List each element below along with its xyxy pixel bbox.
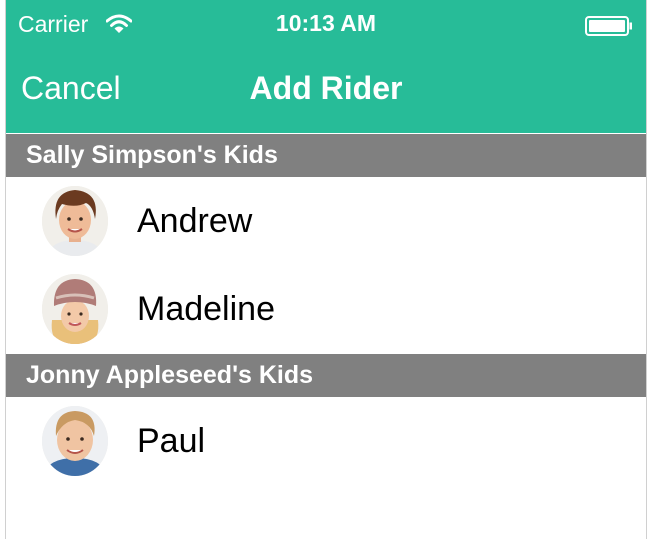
header-bar: Carrier 10:13 AM Cancel Add Rider xyxy=(6,0,646,133)
section-header: Sally Simpson's Kids xyxy=(6,134,646,177)
battery-icon xyxy=(585,16,632,36)
app-screen: Carrier 10:13 AM Cancel Add Rider Sally … xyxy=(5,0,647,539)
avatar xyxy=(42,406,108,476)
rider-row-madeline[interactable]: Madeline xyxy=(6,265,646,353)
rider-name: Paul xyxy=(137,422,206,460)
rider-row-paul[interactable]: Paul xyxy=(6,397,646,485)
status-bar: Carrier 10:13 AM xyxy=(6,0,646,50)
status-time: 10:13 AM xyxy=(275,10,377,36)
avatar xyxy=(42,186,108,256)
page-title: Add Rider xyxy=(249,70,403,106)
rider-name: Madeline xyxy=(137,290,275,328)
rider-row-andrew[interactable]: Andrew xyxy=(6,177,646,265)
nav-bar: Cancel Add Rider xyxy=(6,50,646,133)
section-header: Jonny Appleseed's Kids xyxy=(6,354,646,397)
avatar xyxy=(42,274,108,344)
rider-name: Andrew xyxy=(137,202,253,240)
